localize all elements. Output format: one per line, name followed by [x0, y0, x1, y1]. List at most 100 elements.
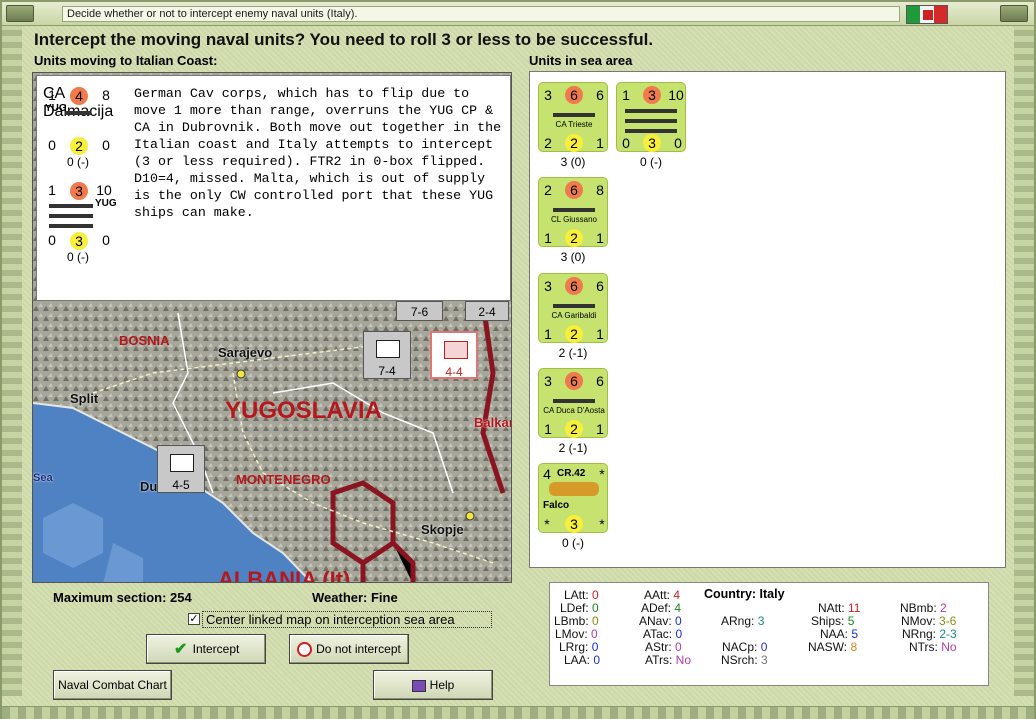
ship-icon [49, 210, 93, 218]
ship-icon [625, 105, 677, 113]
center-map-label[interactable]: Center linked map on interception sea ar… [202, 611, 492, 628]
unit-stat: 4 [70, 87, 88, 105]
unit-nation: YUG [45, 103, 67, 114]
unit-stat: 2 [565, 325, 583, 343]
unit-stat: 6 [565, 372, 583, 390]
unit-stat: * [599, 516, 605, 532]
moving-units-panel: 1 4 8 YUG CA Dalmacija 0 2 0 0 (-) 1 3 1… [36, 75, 511, 301]
unit-stat: 1 [596, 135, 604, 151]
unit-stat: 6 [565, 277, 583, 295]
stat-nmov: NMov: 3-6 [901, 614, 957, 628]
help-book-icon [411, 679, 426, 692]
weather-label: Weather: Fine [312, 590, 398, 605]
stat-latt: LAtt: 0 [564, 588, 599, 602]
unit-stat: 2 [565, 229, 583, 247]
stat-astr: AStr: 0 [645, 640, 682, 654]
stat-adef: ADef: 4 [641, 601, 682, 615]
unit-stat: 3 [70, 232, 88, 250]
stat-ships: Ships: 5 [811, 614, 855, 628]
city-sarajevo[interactable]: Sarajevo [218, 345, 272, 360]
unit-stat: 3 [565, 515, 583, 533]
unit-caption: 0 (-) [67, 155, 89, 169]
stat-nacp: NACp: 0 [722, 640, 768, 654]
stat-arng: ARng: 3 [721, 614, 765, 628]
unit-stat: 1 [622, 87, 630, 103]
sea-area-units-panel: 3 6 6 CA Trieste 2 2 1 3 (0) 1 3 10 0 3 … [529, 71, 1006, 568]
map-unit-4-5[interactable]: 4-5 [157, 445, 205, 493]
unit-stat: 8 [102, 87, 110, 103]
help-button-label: Help [429, 678, 455, 692]
unit-name: CA Duca D'Aosta [543, 406, 605, 415]
stat-nasw: NASW: 8 [808, 640, 858, 654]
stat-naa: NAA: 5 [820, 627, 859, 641]
unit-stat: 3 [70, 182, 88, 200]
sea-unit-counter[interactable]: 2 6 8 CL Giussano 1 2 1 [538, 177, 608, 247]
map-unit-7-4-value: 7-4 [378, 364, 396, 378]
unit-stat: 3 [643, 134, 661, 152]
unit-stat: 1 [596, 421, 604, 437]
do-not-intercept-button-label: Do not intercept [316, 642, 401, 656]
map-unit-4-4-value: 4-4 [445, 365, 463, 379]
unit-stat: 3 [544, 87, 552, 103]
city-skopje[interactable]: Skopje [421, 522, 464, 537]
sea-units-header: Units in sea area [529, 53, 633, 68]
system-menu-icon[interactable] [6, 5, 34, 22]
ship-icon [625, 115, 677, 123]
ship-icon [49, 220, 93, 228]
stat-ldef: LDef: 0 [560, 601, 599, 615]
ship-icon [553, 395, 595, 403]
unit-nation: YUG [95, 198, 117, 209]
map-unit-2-4[interactable]: 2-4 [465, 301, 509, 321]
moving-units-header: Units moving to Italian Coast: [34, 53, 218, 68]
window-control-icon[interactable] [1000, 5, 1028, 22]
ship-icon [553, 109, 595, 117]
title-bar: Decide whether or not to intercept enemy… [2, 2, 1034, 26]
unit-stat: 0 [622, 135, 630, 151]
map-unit-4-4[interactable]: 4-4 [430, 331, 478, 379]
unit-stat: 1 [544, 421, 552, 437]
unit-stat: 2 [565, 420, 583, 438]
unit-name: CA Garibaldi [551, 311, 597, 320]
moving-unit-counter[interactable]: 1 3 10 YUG 0 3 0 [43, 180, 117, 250]
unit-name: CL Giussano [551, 215, 597, 224]
map-unit-7-6[interactable]: 7-6 [396, 301, 443, 321]
unit-stat: 0 [674, 135, 682, 151]
sea-unit-counter[interactable]: 3 6 6 CA Trieste 2 2 1 [538, 82, 608, 152]
help-button[interactable]: Help [373, 670, 493, 700]
unit-caption: 0 (-) [562, 536, 584, 550]
map-unit-7-4[interactable]: 7-4 [363, 331, 411, 379]
sea-air-unit-counter[interactable]: 4 CR.42 * Falco * 3 * [538, 463, 608, 533]
unit-stat: 1 [544, 230, 552, 246]
ship-icon [553, 204, 595, 212]
city-split[interactable]: Split [70, 391, 98, 406]
ship-icon [65, 107, 91, 115]
intercept-button[interactable]: ✔ Intercept [146, 634, 266, 664]
unit-stat: 3 [544, 373, 552, 389]
unit-stat: 6 [596, 278, 604, 294]
stat-aatt: AAtt: 4 [644, 588, 681, 602]
naval-combat-chart-button[interactable]: Naval Combat Chart [53, 670, 172, 700]
moving-unit-counter[interactable]: 1 4 8 YUG CA Dalmacija 0 2 0 [43, 85, 113, 155]
unit-stat: 2 [544, 135, 552, 151]
unit-stat: 6 [596, 373, 604, 389]
unit-stat: 0 [48, 232, 56, 248]
armor-symbol-icon [170, 454, 194, 472]
center-map-checkbox[interactable]: ✓ [188, 613, 200, 625]
unit-stat: 0 [102, 137, 110, 153]
unit-stat: 2 [544, 182, 552, 198]
do-not-intercept-button[interactable]: Do not intercept [289, 634, 409, 664]
stat-atrs: ATrs: No [645, 653, 692, 667]
no-entry-icon [297, 642, 313, 658]
ship-icon [553, 300, 595, 308]
dialog-window: Decide whether or not to intercept enemy… [0, 0, 1036, 719]
sea-unit-counter[interactable]: 3 6 6 CA Garibaldi 1 2 1 [538, 273, 608, 343]
unit-stat: 6 [565, 86, 583, 104]
ship-icon [625, 125, 677, 133]
game-note-text: German Cav corps, which has to flip due … [134, 86, 502, 220]
unit-stat: 1 [596, 230, 604, 246]
unit-name: Falco [543, 500, 570, 511]
sea-unit-counter[interactable]: 3 6 6 CA Duca D'Aosta 1 2 1 [538, 368, 608, 438]
sea-unit-counter[interactable]: 1 3 10 0 3 0 [616, 82, 686, 152]
unit-stat: 1 [48, 182, 56, 198]
unit-stat: * [544, 516, 550, 532]
